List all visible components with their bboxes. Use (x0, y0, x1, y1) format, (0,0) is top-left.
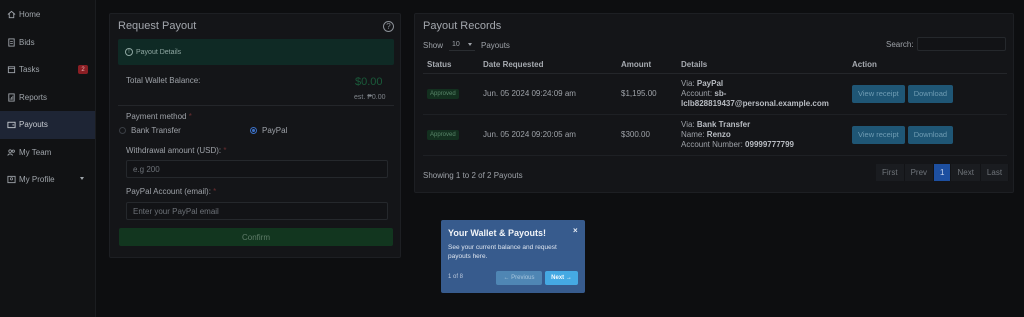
request-payout-card: Request Payout ? ! Payout Details Total … (109, 13, 401, 258)
radio-indicator-selected (250, 127, 257, 134)
tour-title: Your Wallet & Payouts! (448, 228, 547, 238)
pager-first[interactable]: First (876, 164, 905, 181)
date-cell: Jun. 05 2024 09:24:09 am (479, 73, 617, 115)
sidebar-item-label: Reports (19, 92, 48, 102)
sidebar-item-label: Home (19, 10, 41, 20)
close-icon[interactable]: × (573, 226, 578, 235)
table-header-row: Status Date Requested Amount Details Act… (423, 57, 1007, 74)
pagination: First Prev 1 Next Last (876, 164, 1010, 181)
sidebar-item-payouts[interactable]: Payouts (0, 111, 95, 139)
sidebar: Home Bids Tasks 2 Reports Payouts My Tea… (0, 0, 96, 317)
wallet-balance-value: $0.00 (355, 76, 383, 88)
search-input[interactable] (917, 37, 1006, 51)
radio-indicator (119, 127, 126, 134)
wallet-balance-label: Total Wallet Balance: (126, 76, 201, 85)
column-header-status[interactable]: Status (423, 57, 479, 74)
view-receipt-button[interactable]: View receipt (852, 125, 905, 144)
page-length-select[interactable]: 10 (449, 39, 476, 51)
payout-records-title: Payout Records (423, 20, 502, 32)
sidebar-item-tasks[interactable]: Tasks 2 (0, 56, 95, 84)
table-info-text: Showing 1 to 2 of 2 Payouts (423, 171, 523, 180)
sidebar-item-reports[interactable]: Reports (0, 84, 95, 112)
request-payout-title: Request Payout (118, 20, 197, 32)
payment-method-label: Payment method * (126, 112, 192, 121)
chevron-down-icon (468, 43, 473, 46)
wallet-balance-est: est. ₱0.00 (354, 94, 386, 101)
confirm-button[interactable]: Confirm (119, 228, 393, 246)
reports-icon (7, 93, 16, 102)
column-header-amount[interactable]: Amount (617, 57, 677, 74)
wallet-icon (7, 120, 16, 129)
payout-details-bar[interactable]: ! Payout Details (118, 39, 394, 65)
sidebar-item-my-team[interactable]: My Team (0, 139, 95, 167)
paypal-email-input[interactable]: Enter your PayPal email (126, 202, 388, 220)
divider (118, 105, 394, 106)
sidebar-item-label: Payouts (19, 120, 48, 130)
show-suffix: Payouts (481, 40, 510, 50)
status-badge: Approved (427, 130, 459, 140)
sidebar-item-bids[interactable]: Bids (0, 29, 95, 57)
details-cell: Via: PayPal Account: sb-lclb828819437@pe… (677, 73, 848, 115)
chevron-down-icon (80, 177, 84, 180)
calendar-icon (7, 65, 16, 74)
table-row: Approved Jun. 05 2024 09:20:05 am $300.0… (423, 114, 1007, 156)
info-icon: ! (125, 48, 133, 56)
tour-description: See your current balance and request pay… (448, 244, 557, 260)
payout-details-label: Payout Details (136, 48, 182, 56)
payout-records-table: Status Date Requested Amount Details Act… (423, 57, 1007, 156)
tour-step-counter: 1 of 8 (448, 274, 464, 280)
tour-next-button[interactable]: Next → (545, 271, 578, 285)
withdrawal-amount-label: Withdrawal amount (USD): * (126, 146, 227, 155)
table-row: Approved Jun. 05 2024 09:24:09 am $1,195… (423, 73, 1007, 115)
column-header-date[interactable]: Date Requested (479, 57, 617, 74)
pager-page-1[interactable]: 1 (934, 164, 952, 181)
profile-icon (7, 175, 16, 184)
amount-cell: $1,195.00 (617, 73, 677, 115)
sidebar-item-label: My Profile (19, 175, 55, 185)
radio-paypal[interactable]: PayPal (250, 126, 287, 135)
column-header-action[interactable]: Action (848, 57, 1007, 74)
team-icon (7, 148, 16, 157)
tasks-count-badge: 2 (78, 65, 88, 74)
tour-popover: Your Wallet & Payouts! × See your curren… (441, 220, 585, 293)
sidebar-item-my-profile[interactable]: My Profile (0, 166, 95, 194)
paypal-account-label: PayPal Account (email): * (126, 187, 217, 196)
details-cell: Via: Bank Transfer Name: Renzo Account N… (677, 114, 848, 156)
radio-bank-transfer[interactable]: Bank Transfer (119, 126, 181, 135)
pager-last[interactable]: Last (980, 164, 1010, 181)
amount-cell: $300.00 (617, 114, 677, 156)
download-button[interactable]: Download (907, 84, 954, 103)
help-icon[interactable]: ? (383, 21, 394, 32)
column-header-details[interactable]: Details (677, 57, 848, 74)
radio-label: Bank Transfer (131, 126, 181, 135)
search-label: Search: (886, 40, 914, 49)
page-length-control: Show 10 Payouts (423, 39, 510, 51)
show-label: Show (423, 40, 444, 50)
download-button[interactable]: Download (907, 125, 954, 144)
sidebar-item-label: Tasks (19, 65, 40, 75)
tour-previous-button[interactable]: ← Previous (496, 271, 542, 285)
payout-records-card: Payout Records Show 10 Payouts Search: S… (414, 13, 1014, 193)
date-cell: Jun. 05 2024 09:20:05 am (479, 114, 617, 156)
home-icon (7, 10, 16, 19)
sidebar-item-home[interactable]: Home (0, 1, 95, 29)
pager-next[interactable]: Next (951, 164, 981, 181)
status-badge: Approved (427, 89, 459, 99)
sidebar-item-label: Bids (19, 37, 35, 47)
withdrawal-amount-input[interactable]: e.g 200 (126, 160, 388, 178)
view-receipt-button[interactable]: View receipt (852, 84, 905, 103)
bids-icon (7, 38, 16, 47)
sidebar-item-label: My Team (19, 147, 52, 157)
radio-label: PayPal (262, 126, 288, 135)
pager-prev[interactable]: Prev (904, 164, 935, 181)
